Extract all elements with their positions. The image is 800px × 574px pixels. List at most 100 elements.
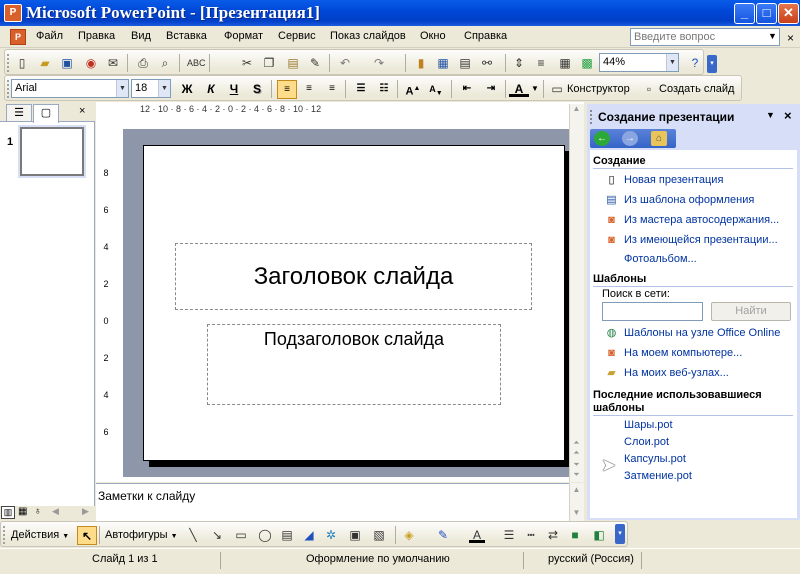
font-color-icon[interactable]: A: [509, 80, 529, 97]
slide-title-placeholder[interactable]: Заголовок слайда: [175, 243, 532, 310]
slide-subtitle-placeholder[interactable]: Подзаголовок слайда: [207, 324, 501, 405]
expand-icon[interactable]: ⇕: [511, 55, 527, 71]
clipart-icon[interactable]: ▣: [347, 527, 363, 543]
help-icon[interactable]: ?: [687, 55, 703, 71]
close-pane-icon[interactable]: ×: [79, 105, 85, 117]
scroll-up-icon[interactable]: ▲: [569, 104, 584, 113]
3d-style-icon[interactable]: ◧: [591, 527, 607, 543]
new-document-icon[interactable]: ▯: [14, 55, 30, 71]
scroll-left-icon[interactable]: ◀: [52, 506, 59, 517]
table-icon[interactable]: ▦: [435, 55, 451, 71]
back-icon[interactable]: ←: [594, 131, 610, 146]
arrow-icon[interactable]: ↘: [209, 527, 225, 543]
link-from-design-template[interactable]: Из шаблона оформления: [624, 194, 754, 206]
oval-icon[interactable]: ◯: [257, 527, 273, 543]
link-office-online-templates[interactable]: Шаблоны на узле Office Online: [624, 327, 780, 339]
chevron-down-icon[interactable]: ▼: [531, 84, 539, 93]
dash-style-icon[interactable]: ┅: [523, 527, 539, 543]
scroll-down-icon[interactable]: ▼: [569, 508, 584, 517]
zoom-select[interactable]: 44% ▼: [599, 53, 679, 72]
select-pointer-icon[interactable]: ↖: [77, 526, 97, 545]
save-icon[interactable]: ▣: [59, 55, 75, 71]
menu-window[interactable]: Окно: [420, 30, 446, 42]
show-formatting-icon[interactable]: ≡: [533, 55, 549, 71]
font-color-icon[interactable]: A: [469, 527, 485, 543]
slide-scrollbar[interactable]: [569, 104, 584, 482]
link-new-presentation[interactable]: Новая презентация: [624, 174, 723, 186]
line-icon[interactable]: ╲: [185, 527, 201, 543]
designer-button[interactable]: Конструктор: [567, 80, 630, 98]
align-left-button[interactable]: ≡: [277, 80, 297, 99]
link-from-existing[interactable]: Из имеющейся презентации...: [624, 234, 778, 246]
bullets-icon[interactable]: ☷: [374, 80, 394, 99]
increase-font-icon[interactable]: A▲: [403, 80, 423, 99]
menu-slideshow[interactable]: Показ слайдов: [330, 30, 406, 42]
fill-color-icon[interactable]: ◈: [401, 527, 417, 543]
permission-icon[interactable]: ◉: [83, 55, 99, 71]
designer-icon[interactable]: ▭: [549, 81, 565, 97]
chevron-down-icon[interactable]: ▼: [766, 110, 775, 120]
prev-slide-icon[interactable]: ⏶ ⏶: [569, 438, 584, 458]
menu-file[interactable]: Файл: [36, 30, 63, 42]
chevron-down-icon[interactable]: ▼: [666, 54, 678, 71]
link-on-my-computer[interactable]: На моем компьютере...: [624, 347, 742, 359]
slide-sorter-view-icon[interactable]: ▦: [18, 506, 27, 517]
increase-indent-icon[interactable]: ⇥: [481, 80, 501, 99]
email-icon[interactable]: ✉: [105, 55, 121, 71]
chart-icon[interactable]: ▮: [413, 55, 429, 71]
link-autocontent-wizard[interactable]: Из мастера автосодержания...: [624, 214, 779, 226]
menu-view[interactable]: Вид: [131, 30, 151, 42]
line-style-icon[interactable]: ☰: [501, 527, 517, 543]
actions-menu[interactable]: Действия ▼: [11, 526, 69, 546]
toolbar-options-icon[interactable]: ▾: [615, 524, 625, 544]
underline-button[interactable]: Ч: [224, 80, 244, 99]
scroll-up-icon[interactable]: ▲: [569, 485, 584, 494]
menu-format[interactable]: Формат: [224, 30, 263, 42]
powerpoint-icon[interactable]: P: [4, 4, 22, 22]
textbox-icon[interactable]: ▤: [279, 527, 295, 543]
picture-icon[interactable]: ▧: [371, 527, 387, 543]
arrow-style-icon[interactable]: ⇄: [545, 527, 561, 543]
undo-icon[interactable]: ↶: [337, 55, 353, 71]
document-icon[interactable]: P: [10, 29, 26, 45]
bold-button[interactable]: Ж: [177, 80, 197, 99]
format-painter-icon[interactable]: ✎: [307, 55, 323, 71]
insert-hyperlink-icon[interactable]: ⚯: [479, 55, 495, 71]
decrease-font-icon[interactable]: A▼: [426, 80, 446, 99]
line-color-icon[interactable]: ✎: [435, 527, 451, 543]
maximize-button[interactable]: □: [756, 3, 777, 24]
close-document-icon[interactable]: ×: [787, 31, 794, 45]
toolbar-grip[interactable]: [7, 54, 11, 72]
align-right-button[interactable]: ≡: [322, 80, 342, 99]
rectangle-icon[interactable]: ▭: [233, 527, 249, 543]
decrease-indent-icon[interactable]: ⇤: [457, 80, 477, 99]
menu-help[interactable]: Справка: [464, 30, 507, 42]
numbering-icon[interactable]: ☰: [351, 80, 371, 99]
slide-thumbnail[interactable]: [20, 127, 84, 176]
link-on-my-websites[interactable]: На моих веб-узлах...: [624, 367, 729, 379]
home-icon[interactable]: ⌂: [651, 131, 667, 146]
slideshow-view-icon[interactable]: ♁: [34, 506, 42, 517]
menu-edit[interactable]: Правка: [78, 30, 115, 42]
spelling-icon[interactable]: ABC: [187, 55, 206, 71]
font-select[interactable]: Arial ▼: [11, 79, 129, 98]
font-size-select[interactable]: 18 ▼: [131, 79, 171, 98]
shadow-style-icon[interactable]: ■: [567, 527, 583, 543]
chevron-down-icon[interactable]: ▼: [158, 80, 170, 97]
tab-slides[interactable]: ▢: [33, 104, 59, 123]
autoshapes-menu[interactable]: Автофигуры ▼: [105, 526, 178, 546]
close-icon[interactable]: ×: [784, 108, 792, 123]
print-preview-icon[interactable]: ⌕: [157, 55, 173, 71]
ask-question-input[interactable]: Введите вопрос: [630, 28, 780, 46]
find-button[interactable]: Найти: [711, 302, 791, 321]
tables-borders-icon[interactable]: ▤: [457, 55, 473, 71]
forward-icon[interactable]: →: [622, 131, 638, 146]
align-center-button[interactable]: ≡: [299, 80, 319, 99]
print-icon[interactable]: ⎙: [135, 55, 151, 71]
template-search-input[interactable]: [602, 302, 703, 321]
link-photo-album[interactable]: Фотоальбом...: [624, 253, 697, 265]
new-slide-icon[interactable]: ▫: [641, 81, 657, 97]
scroll-right-icon[interactable]: ▶: [82, 506, 89, 517]
shadow-button[interactable]: S: [247, 80, 267, 99]
color-grayscale-icon[interactable]: ▩: [579, 55, 595, 71]
